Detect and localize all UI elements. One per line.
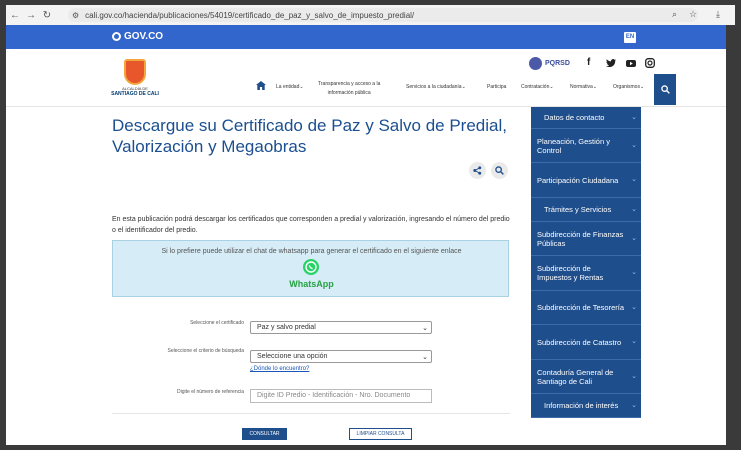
address-bar[interactable]: ⚙ cali.gov.co/hacienda/publicaciones/540… xyxy=(68,8,698,22)
gov-bar: GOV.CO EN xyxy=(6,25,726,49)
sidebar-item-contaduria[interactable]: Contaduría General de Santiago de Cali ⌄ xyxy=(531,360,641,394)
label-criterio: Seleccione el criterio de búsqueda xyxy=(167,348,244,354)
reference-number-input[interactable]: Digite ID Predio - Identificación - Nro.… xyxy=(250,389,432,403)
chevron-down-icon: ⌄ xyxy=(422,354,428,361)
zoom-icon[interactable]: ⌕ xyxy=(672,9,677,20)
share-icon xyxy=(473,166,482,175)
search-icon xyxy=(660,85,670,94)
cali-shield-icon xyxy=(124,59,146,85)
chevron-down-icon: ⌄ xyxy=(422,325,428,332)
page-title: Descargue su Certificado de Paz y Salvo … xyxy=(112,116,507,156)
menu-la-entidad[interactable]: La entidad⌄ xyxy=(276,84,304,90)
criterio-select[interactable]: Seleccione una opción ⌄ xyxy=(250,350,432,363)
menu-normativa[interactable]: Normativa⌄ xyxy=(570,84,597,90)
alcaldia-logo[interactable]: ALCALDÍA DE SANTIAGO DE CALI xyxy=(109,59,161,97)
whatsapp-link[interactable]: WhatsApp xyxy=(113,279,510,289)
sidebar-item-tramites[interactable]: Trámites y Servicios ⌄ xyxy=(531,198,641,222)
chevron-down-icon: ⌄ xyxy=(631,338,637,345)
consultar-button[interactable]: CONSULTAR xyxy=(242,428,287,440)
menu-contratacion[interactable]: Contratación⌄ xyxy=(521,84,554,90)
sidebar-item-contacto[interactable]: Datos de contacto ⌄ xyxy=(531,107,641,129)
header-search-button[interactable] xyxy=(654,74,676,105)
screen-frame: ← → ↻ ⚙ cali.gov.co/hacienda/publicacion… xyxy=(0,0,741,450)
reload-icon[interactable]: ↻ xyxy=(40,10,54,21)
pqrsd-icon xyxy=(529,57,542,70)
chevron-down-icon: ⌄ xyxy=(631,401,637,409)
sidebar-item-catastro[interactable]: Subdirección de Catastro ⌄ xyxy=(531,325,641,360)
whatsapp-text: Si lo prefiere puede utilizar el chat de… xyxy=(161,248,462,255)
menu-transparencia[interactable]: Transparencia y acceso a la información … xyxy=(318,80,380,98)
chevron-down-icon: ⌄ xyxy=(631,141,637,149)
web-page: GOV.CO EN ALCALDÍA DE SANTIAGO DE CALI P… xyxy=(6,25,726,445)
chevron-down-icon: ⌄ xyxy=(631,269,637,276)
youtube-icon[interactable] xyxy=(626,58,636,71)
help-link[interactable]: ¿Dónde lo encuentro? xyxy=(250,366,309,372)
download-icon[interactable]: ⤓ xyxy=(716,9,720,20)
browser-toolbar: ← → ↻ ⚙ cali.gov.co/hacienda/publicacion… xyxy=(6,5,735,25)
chevron-down-icon: ⌄ xyxy=(631,205,637,213)
sidebar-item-impuestos[interactable]: Subdirección de Impuestos y Rentas ⌄ xyxy=(531,256,641,291)
sidebar-item-informacion[interactable]: Información de interés ⌄ xyxy=(531,394,641,418)
certificate-select[interactable]: Paz y salvo predial ⌄ xyxy=(250,321,432,334)
twitter-icon[interactable] xyxy=(606,59,616,71)
sidebar-item-planeacion[interactable]: Planeación, Gestión y Control ⌄ xyxy=(531,129,641,163)
limpiar-button[interactable]: LIMPIAR CONSULTA xyxy=(349,428,412,440)
label-certificado: Seleccione el certificado xyxy=(190,320,244,326)
sidebar-item-participacion[interactable]: Participación Ciudadana ⌄ xyxy=(531,163,641,198)
bookmark-star-icon[interactable]: ☆ xyxy=(689,9,697,20)
label-numero: Digite el número de referencia xyxy=(177,389,244,395)
site-info-icon[interactable]: ⚙ xyxy=(72,11,79,20)
facebook-icon[interactable]: f xyxy=(587,57,590,68)
gov-logo-icon xyxy=(112,32,121,41)
instagram-icon[interactable] xyxy=(645,58,655,71)
back-icon[interactable]: ← xyxy=(8,10,22,21)
home-icon[interactable] xyxy=(256,81,266,90)
intro-text: En esta publicación podrá descargar los … xyxy=(112,216,510,234)
site-header: ALCALDÍA DE SANTIAGO DE CALI PQRSD f La … xyxy=(6,49,726,107)
forward-icon[interactable]: → xyxy=(24,10,38,21)
chevron-down-icon: ⌄ xyxy=(631,113,637,121)
form-divider xyxy=(112,413,510,414)
address-url: cali.gov.co/hacienda/publicaciones/54019… xyxy=(85,10,415,20)
sidebar-item-tesoreria[interactable]: Subdirección de Tesorería ⌄ xyxy=(531,291,641,325)
share-button[interactable] xyxy=(469,162,486,179)
whatsapp-panel: Si lo prefiere puede utilizar el chat de… xyxy=(112,240,509,297)
search-icon xyxy=(495,166,504,175)
chevron-down-icon: ⌄ xyxy=(631,176,637,183)
menu-organismos[interactable]: Organismos⌄ xyxy=(613,84,644,90)
gov-logo[interactable]: GOV.CO xyxy=(112,31,163,42)
sidebar-item-finanzas[interactable]: Subdirección de Finanzas Públicas ⌄ xyxy=(531,222,641,256)
language-button[interactable]: EN xyxy=(624,32,636,43)
pqrsd-link[interactable]: PQRSD xyxy=(529,57,570,70)
chevron-down-icon: ⌄ xyxy=(631,234,637,242)
menu-servicios[interactable]: Servicios a la ciudadanía⌄ xyxy=(406,84,466,90)
content-search-button[interactable] xyxy=(491,162,508,179)
chevron-down-icon: ⌄ xyxy=(631,372,637,380)
menu-participa[interactable]: Participa xyxy=(487,84,506,90)
sidebar-menu: Datos de contacto ⌄ Planeación, Gestión y… xyxy=(531,107,641,418)
whatsapp-icon[interactable] xyxy=(303,259,319,275)
chevron-down-icon: ⌄ xyxy=(631,303,637,311)
